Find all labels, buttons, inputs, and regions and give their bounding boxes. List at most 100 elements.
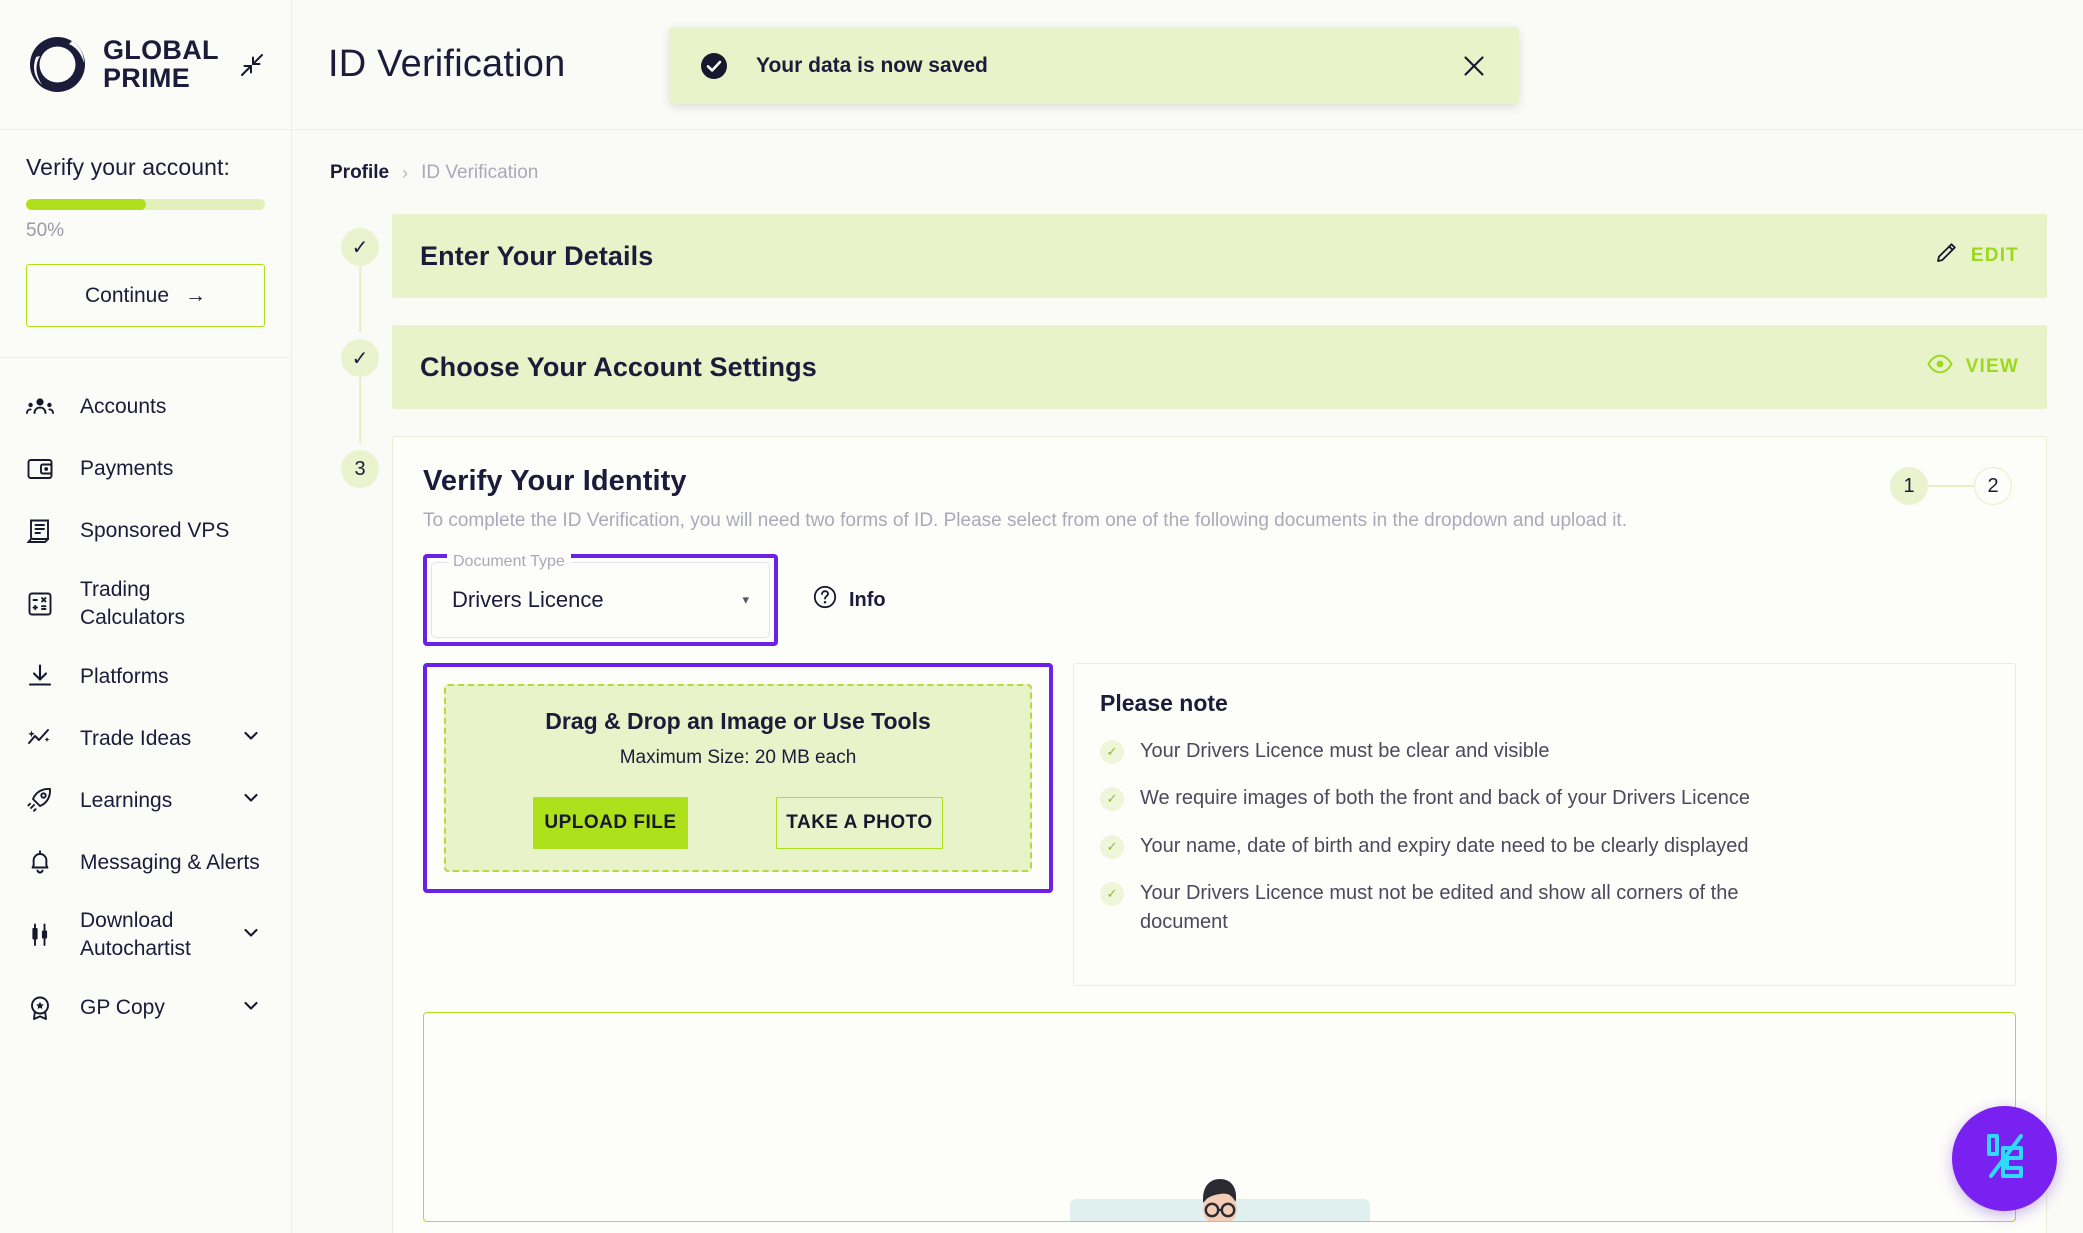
check-icon: ✓	[1100, 787, 1124, 812]
sidebar-item-label: Messaging & Alerts	[80, 850, 260, 874]
sidebar-nav: Accounts Payments Sponsored VPS Trading …	[0, 358, 291, 1233]
app-root: GLOBAL PRIME Verify your account: 50% Co…	[0, 0, 2083, 1233]
step-verify-your-identity: 3 1 2 Verify Your Identity To complete t…	[328, 436, 2047, 1233]
step-enter-your-details: ✓ Enter Your Details EDIT	[328, 214, 2047, 332]
topbar: ID Verification Your data is now saved	[292, 0, 2083, 130]
toast-message: Your data is now saved	[756, 53, 988, 77]
calculator-icon	[26, 587, 64, 621]
please-note-panel: Please note ✓ Your Drivers Licence must …	[1073, 663, 2016, 986]
view-step-button[interactable]: VIEW	[1927, 354, 2019, 380]
chevron-right-icon: ›	[402, 162, 409, 183]
chevron-down-icon[interactable]	[241, 788, 261, 813]
sidebar-item-accounts[interactable]: Accounts	[0, 376, 291, 438]
edit-step-button[interactable]: EDIT	[1934, 241, 2019, 271]
verify-progress-fill	[26, 199, 146, 210]
check-icon: ✓	[1100, 740, 1124, 764]
chat-launcher-button[interactable]	[1952, 1106, 2057, 1211]
note-list-item: ✓ Your name, date of birth and expiry da…	[1100, 832, 1985, 860]
sidebar-item-download-autochartist[interactable]: Download Autochartist	[0, 893, 291, 976]
chevron-down-icon[interactable]	[241, 726, 261, 751]
document-preview-card[interactable]	[423, 1011, 2016, 1222]
breadcrumb-profile-link[interactable]: Profile	[330, 162, 389, 184]
brand-row: GLOBAL PRIME	[0, 0, 291, 130]
server-icon	[26, 514, 64, 548]
brand-line-2: PRIME	[103, 62, 191, 93]
sidebar-item-label: Trade Ideas	[80, 726, 192, 750]
dropzone-highlight: Drag & Drop an Image or Use Tools Maximu…	[423, 663, 1053, 893]
sidebar-item-platforms[interactable]: Platforms	[0, 645, 291, 707]
sidebar-item-gp-copy[interactable]: GP Copy	[0, 977, 291, 1039]
people-icon	[26, 390, 64, 424]
step-gutter: 3	[328, 436, 392, 1233]
document-type-value: Drivers Licence	[452, 587, 604, 612]
note-text: Your name, date of birth and expiry date…	[1140, 834, 1749, 857]
sidebar-item-label: Platforms	[80, 664, 169, 688]
file-dropzone[interactable]: Drag & Drop an Image or Use Tools Maximu…	[444, 684, 1032, 872]
check-icon: ✓	[1100, 834, 1124, 859]
document-type-highlight: Document Type Drivers Licence ▾	[423, 553, 778, 646]
step-header-bar[interactable]: Choose Your Account Settings VIEW	[392, 325, 2047, 409]
step-gutter: ✓	[328, 214, 392, 332]
pager-page-1[interactable]: 1	[1890, 467, 1928, 505]
info-label: Info	[849, 588, 886, 611]
note-text: We require images of both the front and …	[1140, 787, 1750, 810]
continue-button[interactable]: Continue →	[26, 264, 265, 327]
verify-account-block: Verify your account: 50% Continue →	[0, 130, 291, 358]
sidebar-item-label: Download Autochartist	[80, 909, 191, 961]
take-a-photo-button[interactable]: TAKE A PHOTO	[776, 796, 943, 849]
step-title: Choose Your Account Settings	[420, 351, 817, 382]
check-icon: ✓	[1100, 882, 1124, 907]
upload-file-button[interactable]: UPLOAD FILE	[533, 796, 688, 849]
sidebar-item-label: Sponsored VPS	[80, 519, 230, 543]
note-list-item: ✓ Your Drivers Licence must be clear and…	[1100, 737, 1985, 765]
edit-step-label: EDIT	[1970, 245, 2019, 266]
step-number-badge: 3	[341, 450, 379, 488]
step-status-check-icon: ✓	[341, 339, 379, 377]
pager-page-2[interactable]: 2	[1974, 467, 2012, 505]
sidebar-item-messaging-alerts[interactable]: Messaging & Alerts	[0, 831, 291, 893]
step-header-bar[interactable]: Enter Your Details EDIT	[392, 214, 2047, 298]
main-area: ID Verification Your data is now saved P…	[292, 0, 2083, 1233]
document-type-select[interactable]: Document Type Drivers Licence ▾	[431, 553, 770, 638]
sidebar-item-trade-ideas[interactable]: Trade Ideas	[0, 707, 291, 769]
rocket-icon	[26, 783, 64, 817]
breadcrumb-current: ID Verification	[421, 162, 539, 183]
chevron-down-icon[interactable]	[241, 995, 261, 1020]
avatar	[1181, 1169, 1259, 1221]
lc-logo-icon	[1977, 1128, 2033, 1189]
note-list-item: ✓ Your Drivers Licence must not be edite…	[1100, 879, 1985, 936]
verify-card-title: Verify Your Identity	[423, 465, 687, 497]
view-step-label: VIEW	[1965, 356, 2019, 377]
sidebar-item-label: Accounts	[80, 395, 167, 419]
content-scroll: Profile › ID Verification ✓ Enter Your D…	[292, 130, 2083, 1233]
pager-connector	[1928, 485, 1974, 487]
toast-notification: Your data is now saved	[669, 27, 1519, 104]
sidebar-item-learnings[interactable]: Learnings	[0, 769, 291, 831]
verify-card-header: Verify Your Identity	[423, 465, 2016, 498]
info-button[interactable]: Info	[812, 584, 886, 616]
close-icon[interactable]	[1455, 47, 1493, 85]
sidebar-item-label: GP Copy	[80, 996, 165, 1020]
please-note-title: Please note	[1100, 690, 1228, 716]
step-status-check-icon: ✓	[341, 228, 379, 266]
sidebar-item-payments[interactable]: Payments	[0, 438, 291, 500]
wallet-icon	[26, 452, 64, 486]
verify-progress-bar	[26, 199, 265, 210]
step-title: Enter Your Details	[420, 240, 654, 271]
document-type-legend: Document Type	[447, 553, 571, 571]
pencil-icon	[1934, 241, 1958, 271]
document-type-row: Document Type Drivers Licence ▾ Info	[423, 553, 2016, 646]
sidebar-item-trading-calculators[interactable]: Trading Calculators	[0, 562, 291, 645]
global-prime-logo-icon	[26, 33, 89, 96]
upload-area: Drag & Drop an Image or Use Tools Maximu…	[423, 663, 2016, 986]
chevron-down-icon[interactable]: ▾	[742, 592, 749, 608]
step-connector-line	[359, 377, 361, 443]
verify-identity-card: 1 2 Verify Your Identity To complete the…	[392, 436, 2047, 1233]
chevron-down-icon[interactable]	[241, 923, 261, 948]
candlestick-icon	[26, 918, 64, 952]
note-text: Your Drivers Licence must be clear and v…	[1140, 740, 1550, 762]
continue-button-label: Continue	[84, 283, 170, 307]
check-circle-icon	[699, 51, 729, 81]
collapse-icon[interactable]	[235, 48, 269, 82]
sidebar-item-sponsored-vps[interactable]: Sponsored VPS	[0, 500, 291, 562]
